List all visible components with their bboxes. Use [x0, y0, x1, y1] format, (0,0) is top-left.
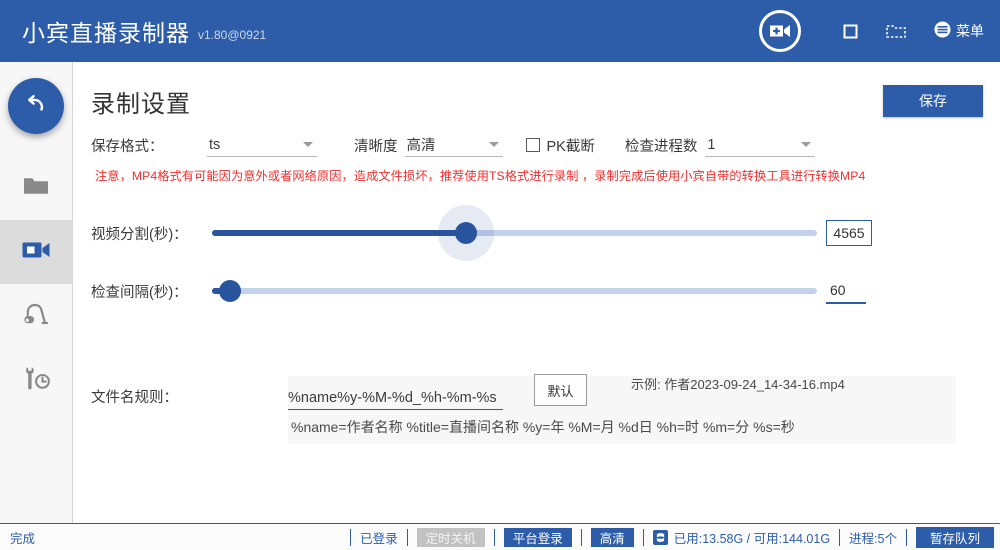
video-split-label: 视频分割(秒)： — [91, 226, 188, 243]
format-warning: 注意，MP4格式有可能因为意外或者网络原因，造成文件损坏，推荐使用TS格式进行录… — [95, 169, 866, 183]
slider-track[interactable] — [212, 288, 817, 294]
row-check-interval: 检查间隔(秒)： 60 — [91, 276, 866, 306]
checkbox-box — [525, 138, 540, 152]
format-label: 保存格式： — [91, 138, 164, 155]
process-count-value: 1 — [707, 136, 716, 153]
back-arrow-icon — [23, 91, 49, 122]
slider-thumb[interactable] — [455, 222, 478, 244]
status-text: 完成 — [10, 531, 36, 546]
sidebar-item-folder[interactable] — [0, 156, 73, 220]
quality-value: 高清 — [406, 138, 436, 154]
format-value: ts — [209, 136, 221, 153]
app-window: 小宾直播录制器 v1.80@0921 菜单 录制设置 保存 保存格式： ts 清… — [0, 0, 1000, 550]
folder-icon — [23, 175, 49, 201]
chevron-down-icon — [303, 142, 313, 147]
process-info: 进程:5个 — [849, 531, 897, 546]
process-count-select[interactable]: 1 — [705, 133, 816, 157]
status-divider — [493, 528, 495, 546]
filename-input[interactable]: %name%y-%M-%d_%h-%m-%s — [288, 382, 503, 410]
quality-label: 清晰度 — [354, 138, 398, 155]
chevron-down-icon — [801, 142, 812, 147]
vacuum-icon — [22, 302, 50, 331]
status-divider — [839, 528, 841, 546]
check-interval-slider[interactable] — [212, 280, 817, 302]
filename-sample: 示例: 作者2023-09-24_14-34-16.mp4 — [631, 377, 845, 392]
save-button[interactable]: 保存 — [883, 85, 983, 117]
body-row: 录制设置 保存 保存格式： ts 清晰度 高清 PK截断 检查进程数 1 注意，… — [0, 62, 1000, 523]
filename-hint: %name=作者名称 %title=直播间名称 %y=年 %M=月 %d日 %h… — [291, 419, 795, 435]
login-state: 已登录 — [360, 531, 398, 546]
folder-dashed-icon[interactable] — [886, 23, 906, 39]
status-divider — [905, 528, 907, 546]
disk-info: 已用:13.58G / 可用:144.01G — [673, 531, 831, 546]
filename-label: 文件名规则： — [91, 390, 178, 406]
video-split-value[interactable]: 4565 — [826, 220, 872, 246]
hamburger-circle-icon — [934, 21, 951, 41]
status-divider — [580, 528, 582, 546]
disk-icon — [652, 529, 668, 545]
video-split-slider[interactable] — [212, 222, 817, 244]
status-divider — [406, 528, 408, 546]
content-panel: 录制设置 保存 保存格式： ts 清晰度 高清 PK截断 检查进程数 1 注意，… — [73, 62, 1000, 523]
row-format: 保存格式： ts 清晰度 高清 PK截断 检查进程数 1 — [91, 132, 816, 158]
status-bar: 完成 已登录 定时关机 平台登录 高清 已用:13.58G / 可用:144.0… — [0, 523, 1000, 550]
chevron-down-icon — [488, 142, 499, 147]
slider-track[interactable] — [212, 230, 817, 236]
check-interval-value[interactable]: 60 — [826, 278, 866, 304]
sidebar-item-recorder[interactable] — [0, 220, 73, 284]
slider-thumb[interactable] — [219, 280, 242, 302]
pk-cut-label: PK截断 — [546, 138, 595, 155]
video-add-icon[interactable] — [759, 10, 801, 52]
back-button[interactable] — [8, 78, 64, 134]
quality-select[interactable]: 高清 — [404, 133, 503, 157]
status-divider — [642, 528, 644, 546]
check-interval-label: 检查间隔(秒)： — [91, 284, 188, 301]
pk-cut-checkbox[interactable]: PK截断 — [525, 135, 595, 156]
wrench-clock-icon — [21, 365, 51, 396]
queue-button[interactable]: 暂存队列 — [915, 526, 994, 548]
status-divider — [350, 528, 352, 546]
quality-button[interactable]: 高清 — [590, 527, 634, 547]
menu-label: 菜单 — [956, 23, 984, 39]
menu-button[interactable]: 菜单 — [934, 21, 984, 41]
titlebar-actions: 菜单 — [759, 10, 984, 52]
square-icon[interactable] — [843, 24, 858, 39]
app-title: 小宾直播录制器 — [22, 20, 190, 46]
title-bar: 小宾直播录制器 v1.80@0921 菜单 — [0, 0, 1000, 62]
slider-fill — [212, 230, 467, 236]
shutdown-timer-button[interactable]: 定时关机 — [416, 527, 485, 547]
page-title: 录制设置 — [91, 91, 191, 118]
row-video-split: 视频分割(秒)： 4565 — [91, 218, 872, 248]
process-count-label: 检查进程数 — [624, 138, 698, 155]
format-select[interactable]: ts — [207, 133, 317, 157]
app-version: v1.80@0921 — [198, 28, 267, 42]
sidebar-item-cleaner[interactable] — [0, 284, 73, 348]
sidebar-item-tools[interactable] — [0, 348, 73, 412]
filename-default-button[interactable]: 默认 — [534, 374, 587, 406]
platform-login-button[interactable]: 平台登录 — [503, 527, 572, 547]
sidebar — [0, 62, 73, 523]
video-camera-icon — [22, 240, 50, 265]
